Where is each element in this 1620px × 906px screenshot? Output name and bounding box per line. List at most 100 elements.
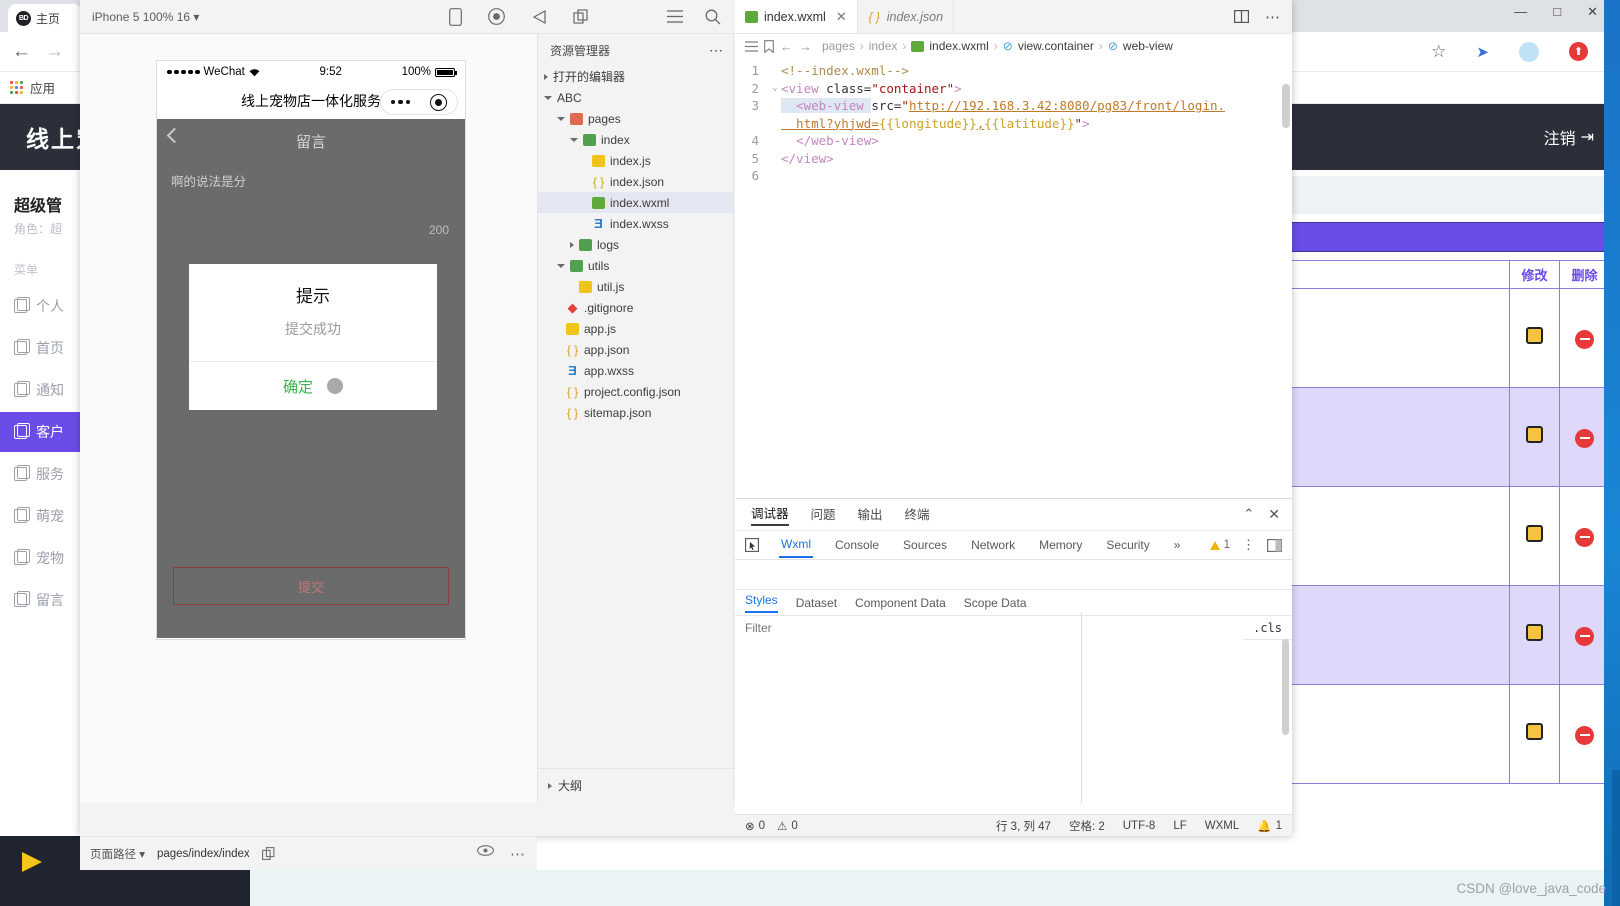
style-tab-dataset[interactable]: Dataset xyxy=(796,596,837,610)
explorer-item-sitemap-json[interactable]: { } sitemap.json xyxy=(538,402,733,423)
explorer-item-app-js[interactable]: app.js xyxy=(538,318,733,339)
sidebar-item-0[interactable]: 个人 xyxy=(0,286,84,326)
chevron-down-icon[interactable] xyxy=(544,95,552,100)
forward-arrow-icon[interactable]: → xyxy=(799,39,812,54)
breadcrumb-item[interactable]: view.container xyxy=(1018,39,1094,53)
fold-toggle[interactable] xyxy=(769,132,781,150)
explorer-item-index-wxss[interactable]: Ǝindex.wxss xyxy=(538,213,733,234)
browser-tab[interactable]: BD 主页 xyxy=(8,4,82,32)
cursor-position[interactable]: 行 3, 列 47 xyxy=(996,818,1051,834)
encoding-setting[interactable]: UTF-8 xyxy=(1123,820,1156,832)
delete-cell[interactable] xyxy=(1559,486,1610,586)
delete-cell[interactable] xyxy=(1559,684,1610,784)
sidebar-item-4[interactable]: 服务 xyxy=(0,454,84,494)
list-icon[interactable] xyxy=(667,10,684,23)
chevron-down-icon[interactable] xyxy=(570,137,578,142)
sidebar-item-7[interactable]: 留言 xyxy=(0,580,84,620)
eye-icon[interactable] xyxy=(477,844,494,863)
back-arrow-icon[interactable]: ← xyxy=(12,41,31,63)
delete-cell[interactable] xyxy=(1559,387,1610,487)
filter-input[interactable] xyxy=(735,615,1244,640)
explorer-item-abc[interactable]: ABC xyxy=(538,87,733,108)
style-tab-scope-data[interactable]: Scope Data xyxy=(964,596,1027,610)
more-icon[interactable]: ⋯ xyxy=(709,42,723,59)
delete-icon[interactable] xyxy=(1575,428,1594,448)
panel-splitter[interactable] xyxy=(1081,612,1082,803)
close-target-icon[interactable] xyxy=(430,93,448,111)
debug-tab-终端[interactable]: 终端 xyxy=(905,504,930,525)
fold-toggle[interactable]: ⌄ xyxy=(769,80,781,98)
bookmark-star-icon[interactable]: ☆ xyxy=(1431,42,1446,62)
delete-icon[interactable] xyxy=(1575,329,1594,349)
indent-setting[interactable]: 空格: 2 xyxy=(1069,818,1105,834)
fold-toggle[interactable] xyxy=(769,150,781,168)
close-icon[interactable]: ✕ xyxy=(1587,4,1598,20)
chevron-right-icon[interactable] xyxy=(570,241,574,248)
breadcrumb-item[interactable]: index.wxml xyxy=(929,39,988,53)
more-icon[interactable]: ⋯ xyxy=(510,845,525,863)
bookmark-icon[interactable] xyxy=(764,39,774,53)
breadcrumb-item[interactable]: web-view xyxy=(1123,39,1173,53)
sidebar-item-3[interactable]: 客户 xyxy=(0,412,84,452)
code-editor[interactable]: 1 <!--index.wxml--> 2 ⌄ <view class="contain… xyxy=(735,58,1292,185)
more-vertical-icon[interactable]: ⋮ xyxy=(1242,537,1255,553)
explorer-item-打开的编辑器[interactable]: 打开的编辑器 xyxy=(538,66,733,87)
chevron-down-icon[interactable] xyxy=(557,116,565,121)
record-icon[interactable] xyxy=(488,8,506,25)
delete-icon[interactable] xyxy=(1575,626,1594,646)
debug-tab-问题[interactable]: 问题 xyxy=(811,504,836,525)
dock-icon[interactable] xyxy=(1267,538,1282,552)
explorer-item-index-json[interactable]: { } index.json xyxy=(538,171,733,192)
split-editor-icon[interactable] xyxy=(1234,10,1249,23)
error-count[interactable]: ⊗ 0 xyxy=(745,819,765,833)
edit-icon[interactable] xyxy=(1526,426,1543,443)
style-tab-styles[interactable]: Styles xyxy=(745,593,778,613)
edit-cell[interactable] xyxy=(1509,387,1560,487)
edit-icon[interactable] xyxy=(1526,327,1543,344)
devtool-tab-network[interactable]: Network xyxy=(969,533,1017,557)
explorer-item-utils[interactable]: utils xyxy=(538,255,733,276)
fold-toggle[interactable] xyxy=(769,97,781,115)
edit-icon[interactable] xyxy=(1526,624,1543,641)
edit-cell[interactable] xyxy=(1509,288,1560,388)
close-tab-icon[interactable]: ✕ xyxy=(836,9,847,25)
profile-icon[interactable]: ⬆ xyxy=(1569,42,1588,61)
devtool-tab-memory[interactable]: Memory xyxy=(1037,533,1084,557)
fold-toggle[interactable] xyxy=(769,167,781,185)
sidebar-item-6[interactable]: 宠物 xyxy=(0,538,84,578)
notification-bell[interactable]: 🔔 1 xyxy=(1257,819,1282,833)
chevron-up-icon[interactable]: ⌃ xyxy=(1243,506,1254,523)
editor-tab-index-json[interactable]: { } index.json xyxy=(857,0,955,33)
sidebar-item-5[interactable]: 萌宠 xyxy=(0,496,84,536)
edit-cell[interactable] xyxy=(1509,684,1560,784)
minimize-icon[interactable]: — xyxy=(1514,4,1527,20)
phone-icon[interactable] xyxy=(449,7,463,26)
explorer-item--gitignore[interactable]: ◆ .gitignore xyxy=(538,297,733,318)
warning-count-status[interactable]: ⚠ 0 xyxy=(777,819,798,833)
bookmark-apps-label[interactable]: 应用 xyxy=(30,78,55,97)
delete-icon[interactable] xyxy=(1575,527,1594,547)
menu-dots-icon[interactable] xyxy=(390,99,411,105)
explorer-item-project-config-json[interactable]: { } project.config.json xyxy=(538,381,733,402)
eol-setting[interactable]: LF xyxy=(1173,820,1186,832)
edit-icon[interactable] xyxy=(1526,723,1543,740)
explorer-item-app-json[interactable]: { } app.json xyxy=(538,339,733,360)
delete-cell[interactable] xyxy=(1559,288,1610,388)
edit-cell[interactable] xyxy=(1509,585,1560,685)
warning-badge[interactable]: 1 xyxy=(1209,539,1230,551)
style-tab-component-data[interactable]: Component Data xyxy=(855,596,946,610)
message-textarea-value[interactable]: 啊的说法是分 xyxy=(157,163,465,190)
breadcrumb-item[interactable]: pages xyxy=(822,39,855,53)
page-path-selector[interactable]: 页面路径 ▾ xyxy=(90,846,145,862)
explorer-item-app-wxss[interactable]: Ǝapp.wxss xyxy=(538,360,733,381)
fold-toggle[interactable] xyxy=(769,115,781,133)
breadcrumb-item[interactable]: index xyxy=(869,39,898,53)
send-icon[interactable] xyxy=(531,9,547,24)
submit-button[interactable]: 提交 xyxy=(173,567,449,605)
language-mode[interactable]: WXML xyxy=(1205,820,1240,832)
devtool-tab-wxml[interactable]: Wxml xyxy=(779,532,813,558)
edit-cell[interactable] xyxy=(1509,486,1560,586)
simulator-selector[interactable]: iPhone 5 100% 16 ▾ xyxy=(92,10,199,24)
devtool-tab-sources[interactable]: Sources xyxy=(901,533,949,557)
search-icon[interactable] xyxy=(705,9,721,25)
